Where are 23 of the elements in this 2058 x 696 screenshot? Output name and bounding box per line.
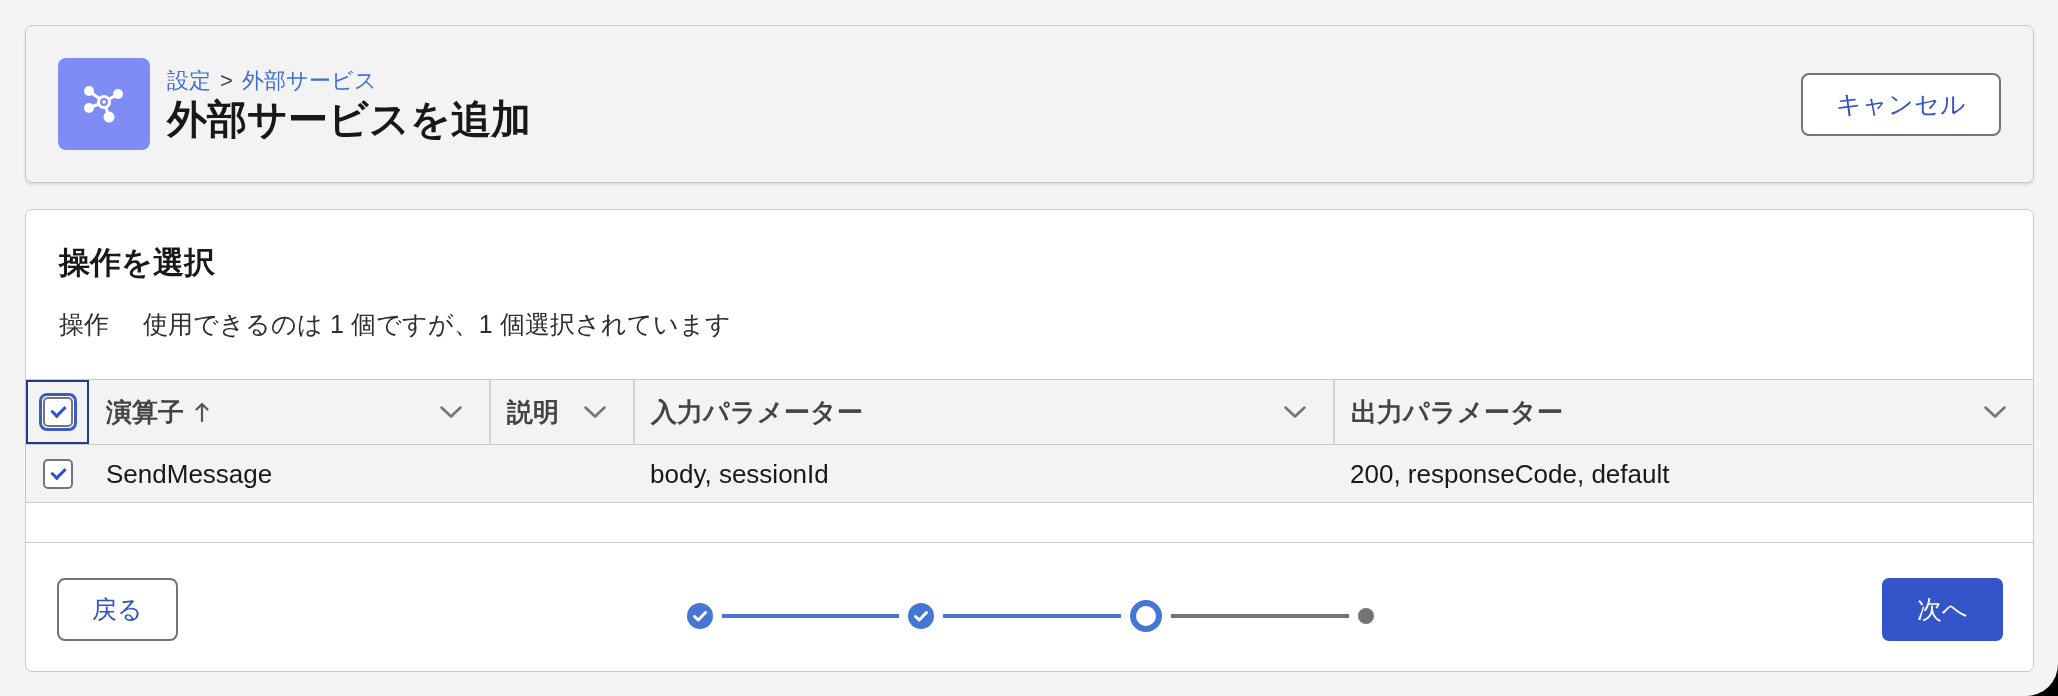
breadcrumb-link[interactable]: 設定: [167, 65, 211, 95]
next-button[interactable]: 次へ: [1882, 578, 2003, 641]
table-cell: 200, responseCode, default: [1350, 458, 1670, 489]
network-icon: [58, 58, 150, 150]
page-title: 外部サービスを追加: [167, 95, 531, 143]
up-arrow-icon: [195, 402, 209, 422]
cancel-button[interactable]: キャンセル: [1801, 72, 2001, 136]
breadcrumb-separator: >: [220, 66, 233, 95]
table-cell: body, sessionId: [650, 458, 829, 489]
chevron-down-icon[interactable]: [1984, 406, 2006, 418]
section-title: 操作を選択: [59, 244, 215, 281]
table-cell: SendMessage: [106, 458, 273, 489]
selection-summary: 使用できるのは 1 個ですが、1 個選択されています: [143, 309, 731, 339]
back-button[interactable]: 戻る: [57, 578, 178, 641]
table-row[interactable]: SendMessage body, sessionId 200, responseCode, default: [26, 445, 2033, 503]
checkbox[interactable]: [42, 458, 73, 489]
chevron-down-icon[interactable]: [584, 406, 606, 418]
operations-label: 操作: [59, 309, 109, 339]
chevron-down-icon[interactable]: [1284, 406, 1306, 418]
chevron-down-icon[interactable]: [440, 406, 462, 418]
breadcrumb-link[interactable]: 外部サービス: [241, 65, 377, 95]
column-header[interactable]: 演算子: [89, 380, 489, 444]
checkbox[interactable]: [38, 393, 77, 431]
